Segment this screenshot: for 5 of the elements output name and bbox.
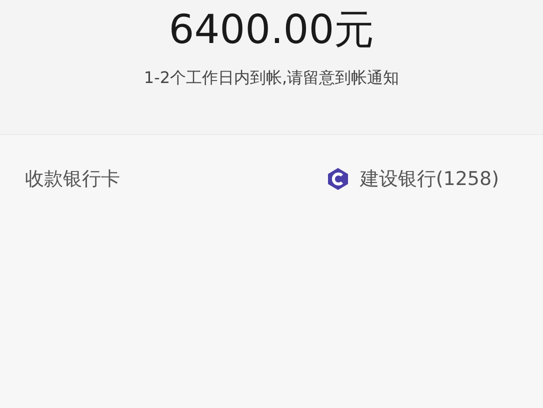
bank-logo-icon xyxy=(326,167,350,191)
arrival-notice: 1-2个工作日内到帐,请留意到帐通知 xyxy=(144,68,400,89)
bank-card-value: 建设银行(1258) xyxy=(360,167,499,192)
amount-text: 6400.00元 xyxy=(168,6,374,54)
row-label: 收款银行卡 xyxy=(25,167,120,192)
